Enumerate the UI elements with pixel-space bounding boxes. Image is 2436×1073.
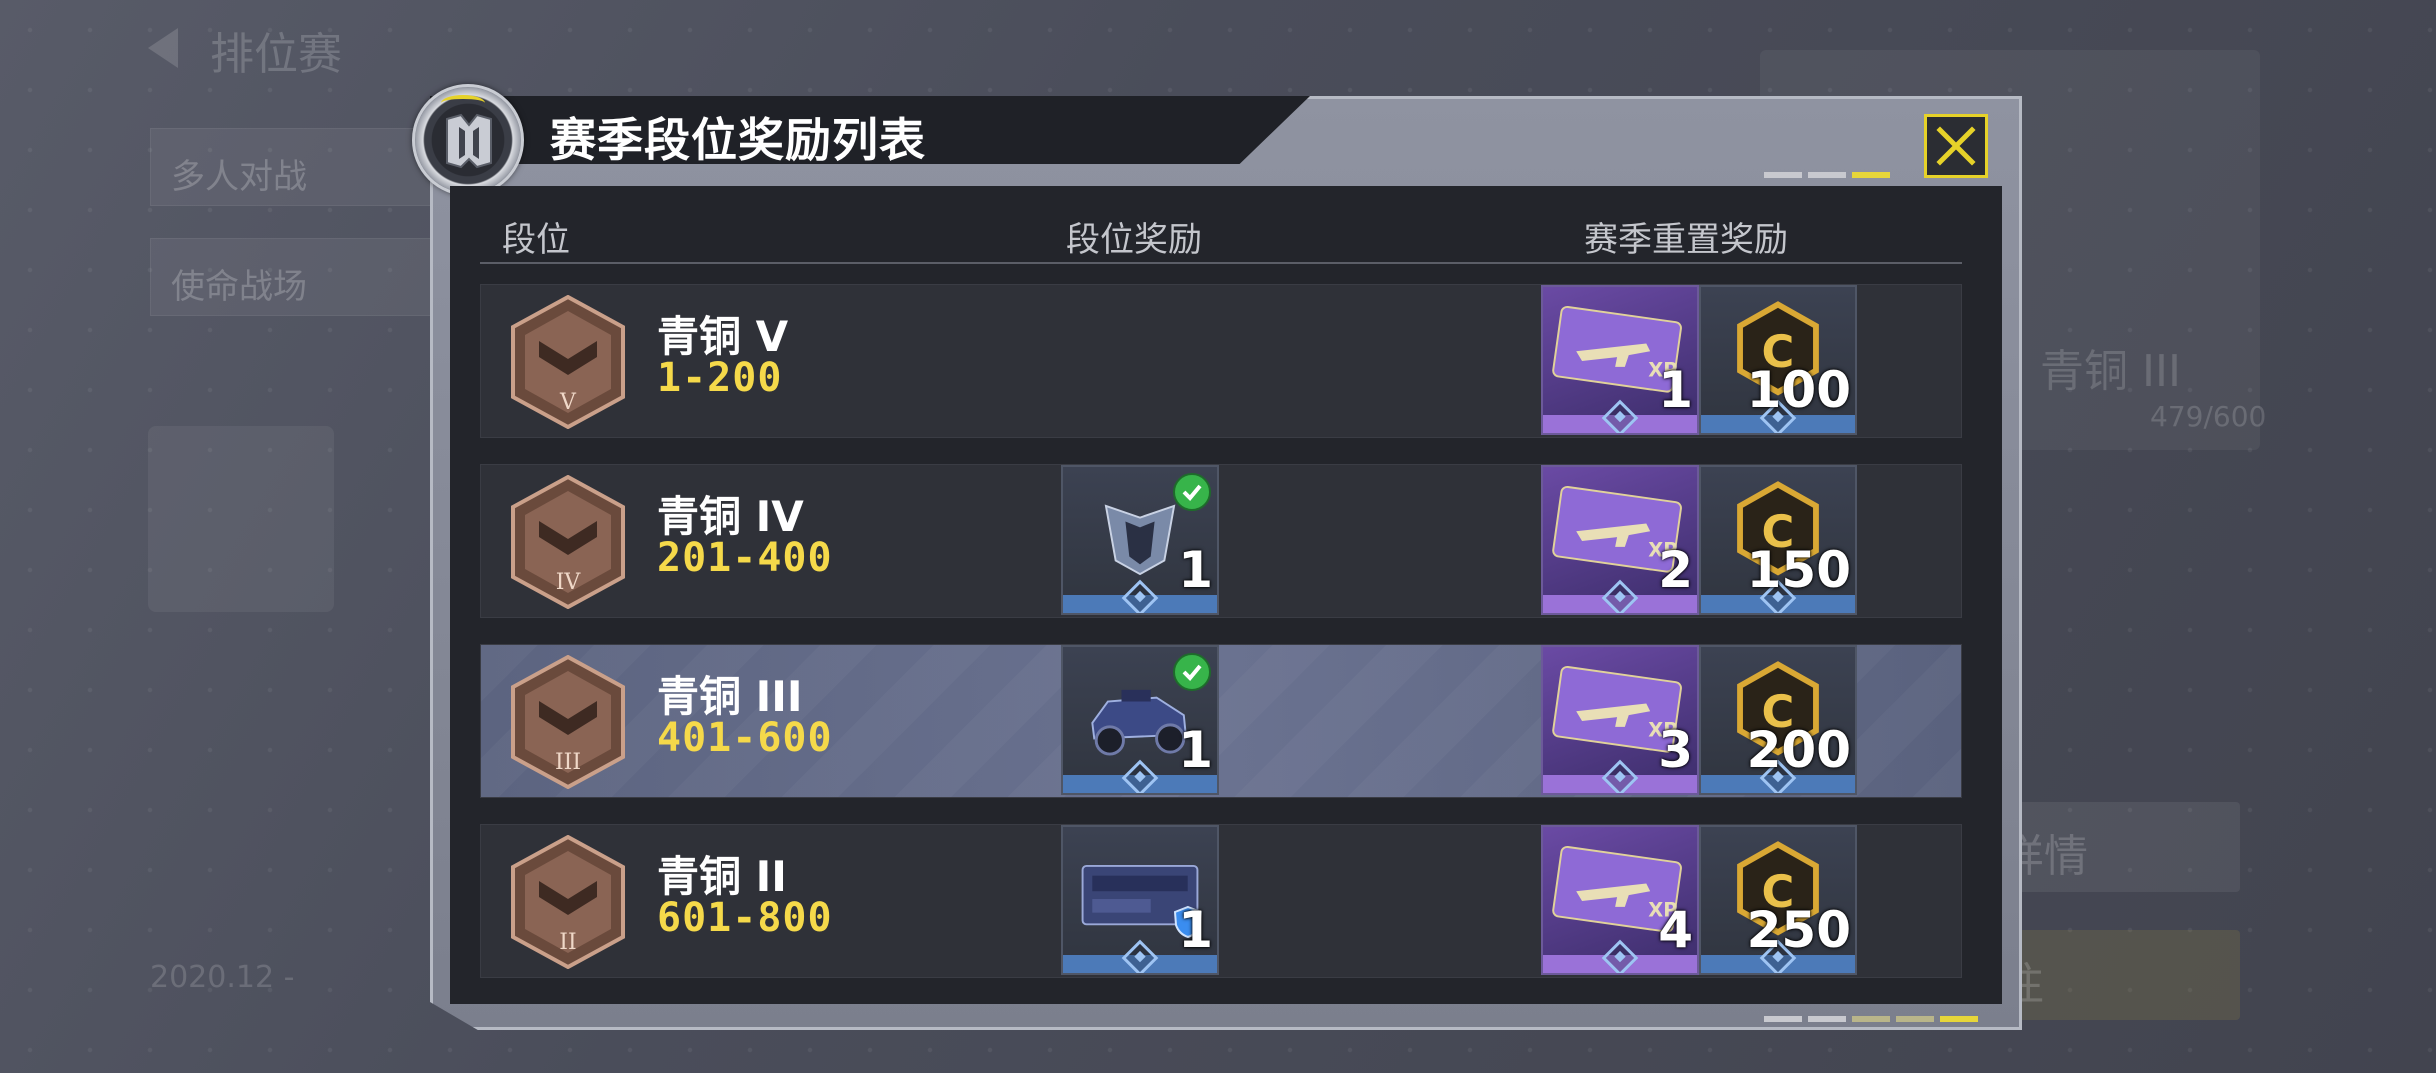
bronze-rank-badge-icon: IV — [511, 475, 625, 609]
bg-card — [148, 426, 334, 612]
title-bar: 赛季段位奖励列表 — [430, 96, 1310, 164]
bronze-rank-badge-icon: V — [511, 295, 625, 429]
close-icon — [1936, 126, 1976, 166]
rank-range: 201-400 — [657, 535, 833, 581]
page-indicator-bottom — [1764, 1016, 1978, 1022]
bronze-rank-badge-icon: II — [511, 835, 625, 969]
season-rank-rewards-dialog: 赛季段位奖励列表 段位 段位奖励 赛季重置奖励 V 青铜 V 1-200 XP … — [412, 84, 2022, 1030]
reward-count: 100 — [1746, 361, 1851, 419]
rank-range: 401-600 — [657, 715, 833, 761]
rank-range: 601-800 — [657, 895, 833, 941]
svg-text:V: V — [559, 390, 577, 415]
table-row[interactable]: V 青铜 V 1-200 XP 1 C 100 — [480, 284, 1962, 438]
xp-ticket-reward[interactable]: XP 1 — [1541, 285, 1699, 435]
page-indicator-top — [1764, 172, 1890, 178]
rank-reward-item[interactable]: 1 — [1061, 465, 1219, 615]
rank-range: 1-200 — [657, 355, 783, 401]
bg-rank-text: 青铜 III — [2040, 346, 2181, 397]
bg-mode-title: 排位赛 — [210, 29, 342, 80]
svg-text:III: III — [555, 750, 581, 775]
col-reset-reward: 赛季重置奖励 — [1584, 220, 1788, 260]
reward-count: 2 — [1658, 541, 1693, 599]
close-button[interactable] — [1924, 114, 1988, 178]
reward-count: 1 — [1178, 901, 1213, 959]
cp-currency-reward[interactable]: C 200 — [1699, 645, 1857, 795]
svg-text:IV: IV — [556, 570, 582, 595]
reward-count: 4 — [1658, 901, 1693, 959]
xp-ticket-reward[interactable]: XP 4 — [1541, 825, 1699, 975]
reward-count: 250 — [1746, 901, 1851, 959]
reward-count: 200 — [1746, 721, 1851, 779]
back-arrow-icon — [148, 28, 178, 68]
rewards-table: 段位 段位奖励 赛季重置奖励 V 青铜 V 1-200 XP 1 C 100 I… — [450, 186, 2002, 1004]
xp-ticket-reward[interactable]: XP 3 — [1541, 645, 1699, 795]
bronze-rank-badge-icon: III — [511, 655, 625, 789]
col-rank-reward: 段位奖励 — [1066, 220, 1202, 260]
table-row-current[interactable]: III 青铜 III 401-600 1 XP 3 C 200 — [480, 644, 1962, 798]
rank-reward-item[interactable]: 1 — [1061, 645, 1219, 795]
claimed-check-icon — [1173, 473, 1211, 511]
col-rank: 段位 — [502, 220, 570, 260]
xp-ticket-reward[interactable]: XP 2 — [1541, 465, 1699, 615]
svg-text:II: II — [559, 930, 576, 955]
bg-progress-text: 479/600 — [2150, 400, 2267, 433]
table-row[interactable]: IV 青铜 IV 201-400 1 XP 2 C 150 — [480, 464, 1962, 618]
cp-currency-reward[interactable]: C 100 — [1699, 285, 1857, 435]
reward-count: 1 — [1658, 361, 1693, 419]
ranked-logo-icon — [412, 84, 524, 196]
reward-count: 1 — [1178, 721, 1213, 779]
table-row[interactable]: II 青铜 II 601-800 1 XP 4 C 250 — [480, 824, 1962, 978]
cp-currency-reward[interactable]: C 250 — [1699, 825, 1857, 975]
reward-count: 150 — [1746, 541, 1851, 599]
reward-count: 3 — [1658, 721, 1693, 779]
cp-currency-reward[interactable]: C 150 — [1699, 465, 1857, 615]
reward-count: 1 — [1178, 541, 1213, 599]
rank-reward-item[interactable]: 1 — [1061, 825, 1219, 975]
bg-season-text: 2020.12 - — [150, 960, 295, 995]
dialog-title: 赛季段位奖励列表 — [550, 113, 926, 167]
claimed-check-icon — [1173, 653, 1211, 691]
table-header: 段位 段位奖励 赛季重置奖励 — [480, 196, 1962, 264]
